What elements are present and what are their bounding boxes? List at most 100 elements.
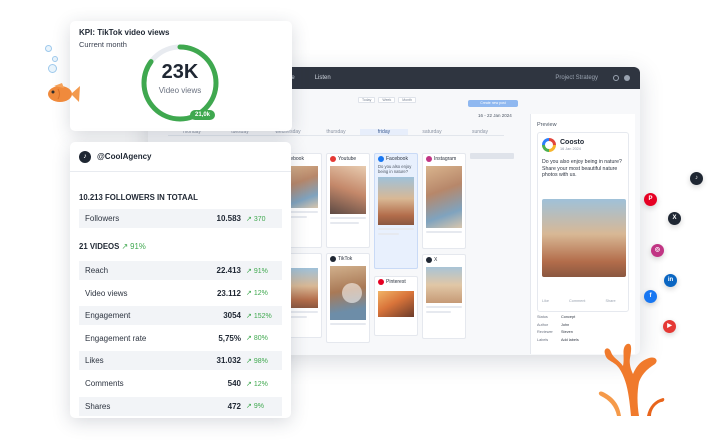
coosto-logo-icon (542, 138, 556, 152)
project-name[interactable]: Project Strategy (555, 75, 598, 81)
facebook-preview-card: Coosto 16 Jan 2024 Do you also enjoy bei… (537, 132, 629, 312)
day-friday[interactable]: friday (360, 129, 408, 136)
instagram-icon (426, 156, 432, 162)
stat-change: 91% (246, 267, 276, 275)
date-range[interactable]: 16 - 22 Jan 2024 (478, 113, 512, 118)
stat-value: 5,75% (218, 333, 241, 343)
videos-section: 21 VIDEOS ↗ 91% (79, 242, 146, 251)
stat-value: 540 (227, 379, 241, 388)
post-card[interactable]: Youtube (326, 153, 370, 248)
account-header: ♪ @CoolAgency (70, 142, 291, 172)
stat-row: Reach 22.413 91% (79, 261, 282, 280)
calendar-toolbar: Today Week Month (358, 97, 416, 103)
post-image (330, 166, 366, 214)
x-icon (426, 257, 432, 263)
stat-change: 12% (246, 380, 276, 388)
stat-label: Reach (85, 266, 109, 275)
calendar-column: Youtube TikTok (326, 153, 373, 353)
day-sunday[interactable]: sunday (456, 129, 504, 136)
kpi-title: KPI: TikTok video views (79, 28, 170, 37)
account-stats-card: ♪ @CoolAgency 10.213 FOLLOWERS IN TOTAAL… (70, 142, 291, 418)
stat-value: 472 (227, 401, 241, 411)
like-action[interactable]: Like (542, 299, 549, 303)
network-label: Facebook (386, 156, 408, 162)
account-handle: @CoolAgency (97, 152, 152, 161)
stat-label: Likes (85, 356, 104, 366)
stat-row: Comments 540 12% (79, 374, 282, 393)
instagram-icon: ◎ (651, 244, 664, 257)
stat-label: Engagement (85, 311, 131, 321)
youtube-icon: ▶ (663, 320, 676, 333)
kpi-period: Current month (79, 40, 127, 49)
stat-value: 10.583 (216, 214, 241, 223)
network-label: X (434, 257, 438, 263)
nav-item-listen[interactable]: Listen (315, 75, 331, 81)
preview-title: Preview (537, 122, 557, 128)
kpi-label: Video views (158, 86, 202, 95)
meta-value[interactable]: John (561, 322, 569, 330)
stat-label: Followers (85, 214, 120, 223)
empty-slot[interactable] (470, 153, 514, 159)
bubble-decoration (48, 64, 57, 73)
calendar-column: Instagram X (422, 153, 469, 353)
marketing-screenshot: ge Listen Project Strategy Today Week Mo… (0, 0, 711, 445)
brand-name: Coosto (560, 139, 585, 146)
post-card-selected[interactable]: Facebook Do you also enjoy being in natu… (374, 153, 418, 269)
network-label: Pinterest (386, 279, 406, 285)
stat-label: Shares (85, 401, 111, 411)
network-label: Instagram (434, 156, 457, 162)
create-post-button[interactable]: Create new post (468, 100, 518, 107)
kpi-value: 23K (161, 61, 199, 83)
bubble-decoration (45, 45, 52, 52)
youtube-icon (330, 156, 336, 162)
preview-image (542, 199, 626, 277)
meta-value[interactable]: Concept (561, 314, 575, 322)
day-saturday[interactable]: saturday (408, 129, 456, 136)
month-button[interactable]: Month (398, 97, 416, 103)
x-icon: X (668, 212, 681, 225)
meta-value[interactable]: Steven (561, 329, 573, 337)
stat-change: 9% (246, 402, 276, 410)
stat-label: Video views (85, 288, 128, 298)
day-thursday[interactable]: thursday (312, 129, 360, 136)
calendar-column: Facebook Do you also enjoy being in natu… (374, 153, 421, 353)
meta-key: Labels (537, 337, 549, 342)
gear-icon[interactable] (613, 75, 619, 81)
linkedin-icon: in (664, 274, 677, 287)
post-image (378, 177, 414, 225)
play-icon[interactable] (342, 283, 362, 303)
stat-change: 98% (246, 357, 276, 365)
post-card[interactable]: Instagram (422, 153, 466, 249)
kpi-card: KPI: TikTok video views Current month 23… (70, 21, 292, 131)
stat-row-followers: Followers 10.583 370 (79, 209, 282, 228)
post-video[interactable] (330, 266, 366, 320)
stat-value: 3054 (223, 311, 241, 321)
facebook-icon (378, 156, 384, 162)
preview-text: Do you also enjoy being in nature? Share… (542, 159, 622, 178)
stat-change: 80% (246, 334, 276, 342)
comment-action[interactable]: Comment (569, 299, 585, 303)
stat-row: Video views 23.112 12% (79, 284, 282, 303)
pinterest-icon: P (644, 193, 657, 206)
post-meta: Status Concept Author John Reviewer Steven … (537, 314, 579, 344)
post-card[interactable]: X (422, 254, 466, 339)
help-icon[interactable] (624, 75, 630, 81)
stat-row: Shares 472 9% (79, 396, 282, 416)
post-card[interactable]: Pinterest (374, 276, 418, 336)
share-action[interactable]: Share (605, 299, 615, 303)
today-button[interactable]: Today (358, 97, 376, 103)
meta-key: Reviewer (537, 330, 553, 334)
meta-value[interactable]: Add labels (561, 337, 579, 345)
followers-section-title: 10.213 FOLLOWERS IN TOTAAL (79, 193, 198, 202)
post-date: 16 Jan 2024 (560, 147, 581, 151)
network-label: TikTok (338, 256, 353, 262)
kpi-target-badge: 21,0k (190, 110, 216, 120)
post-image (426, 166, 462, 228)
tiktok-icon: ♪ (690, 172, 703, 185)
stat-change: 370 (246, 215, 276, 223)
post-card[interactable]: TikTok (326, 253, 370, 343)
pinterest-icon (378, 279, 384, 285)
week-button[interactable]: Week (378, 97, 396, 103)
meta-key: Status (537, 315, 548, 319)
bubble-decoration (52, 56, 58, 62)
